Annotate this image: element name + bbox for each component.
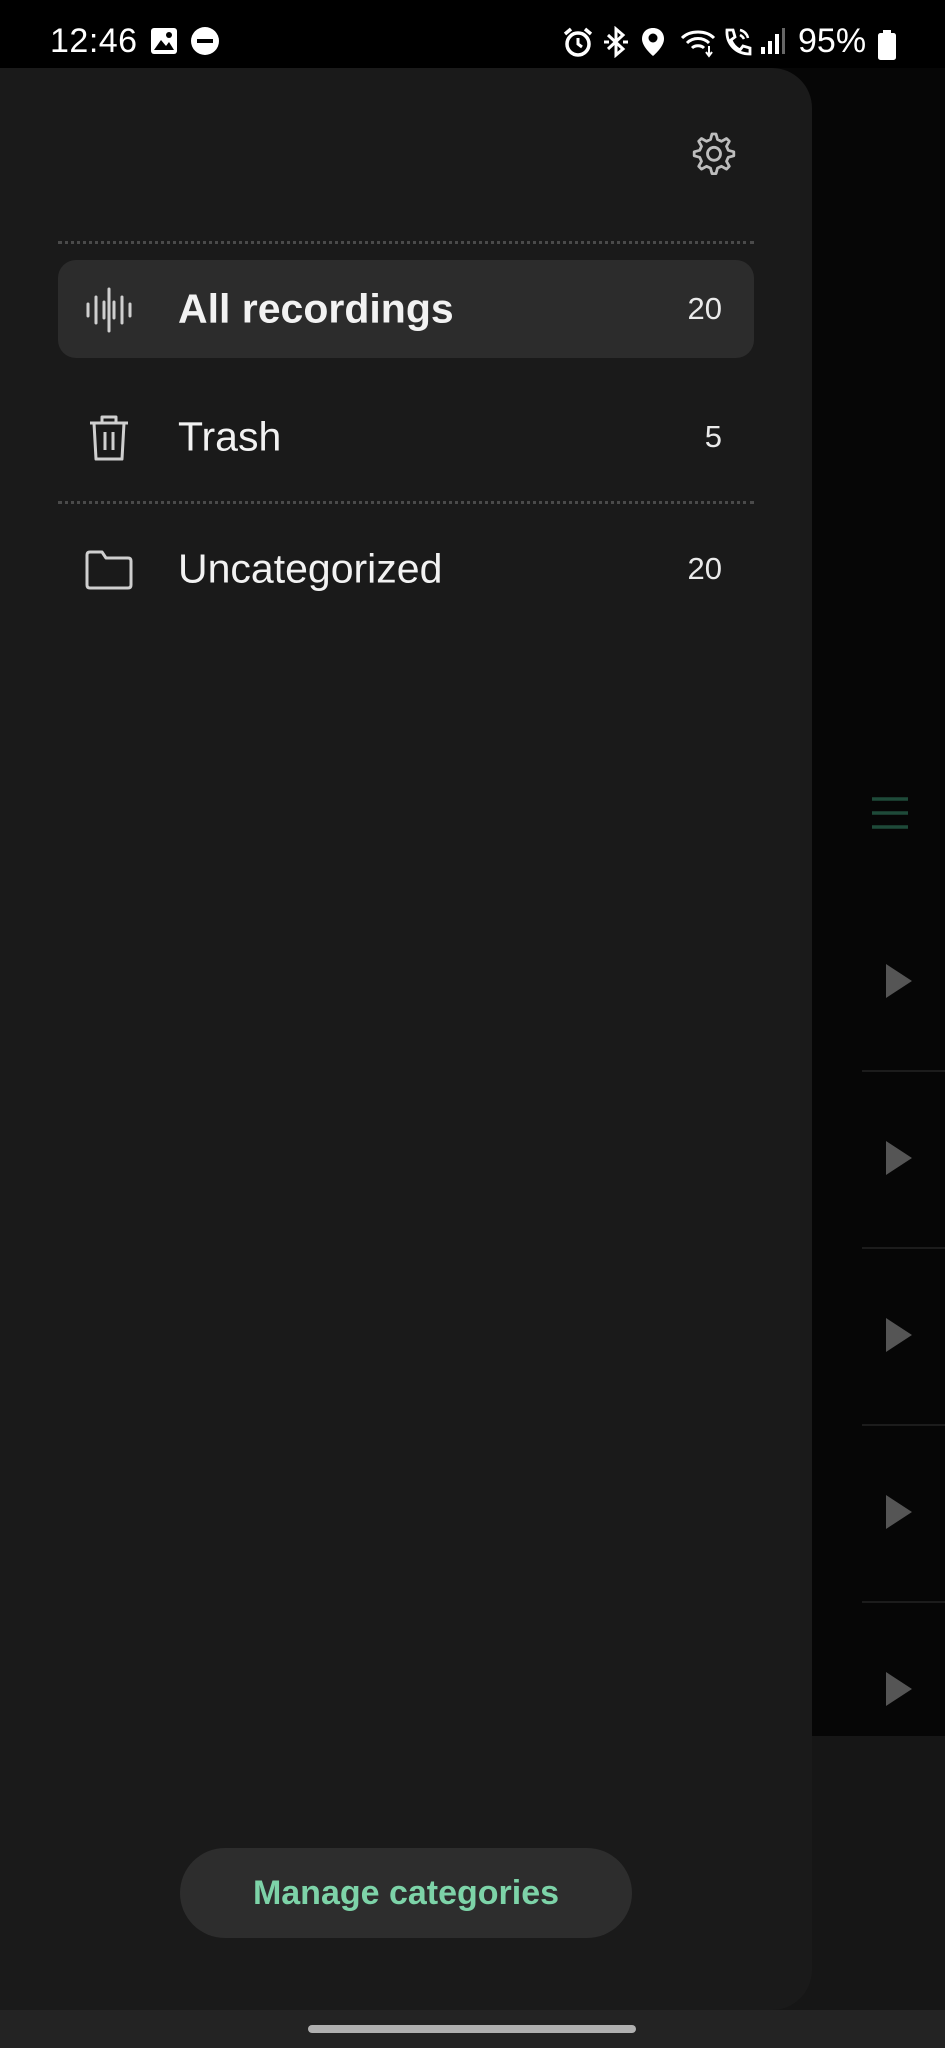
do-not-disturb-icon [190,26,220,61]
drawer-item-uncategorized[interactable]: Uncategorized 20 [58,520,754,618]
play-icon[interactable] [884,1493,914,1536]
divider [58,241,754,244]
battery-icon [878,30,896,65]
drawer-item-label: All recordings [178,285,454,332]
settings-button[interactable] [686,128,742,184]
image-icon [150,26,178,61]
play-icon[interactable] [884,962,914,1005]
manage-categories-button[interactable]: Manage categories [180,1848,632,1938]
waveform-icon [84,285,134,335]
drawer-item-label: Uncategorized [178,545,443,592]
system-navigation-bar [0,2010,945,2048]
drawer-item-count: 5 [704,419,722,454]
alarm-icon [562,26,594,63]
home-indicator[interactable] [308,2025,636,2033]
wifi-icon [678,26,718,63]
play-icon[interactable] [884,1670,914,1713]
drawer-item-label: Trash [178,413,282,460]
battery-percentage: 95% [798,22,867,60]
trash-icon [84,413,134,463]
recording-row[interactable] [862,1071,945,1249]
drawer-item-all-recordings[interactable]: All recordings 20 [58,260,754,358]
folder-icon [84,545,134,595]
list-view-icon[interactable] [870,795,910,836]
recording-row[interactable] [862,1425,945,1603]
wifi-call-icon [722,26,752,63]
drawer-item-count: 20 [687,551,722,586]
navigation-drawer: All recordings 20 Trash 5 Uncategorized … [0,68,812,2010]
gear-icon [690,130,738,183]
signal-icon [760,26,786,61]
bluetooth-icon [602,25,630,63]
play-icon[interactable] [884,1316,914,1359]
recording-row[interactable] [862,894,945,1072]
drawer-item-trash[interactable]: Trash 5 [58,388,754,486]
recording-row[interactable] [862,1248,945,1426]
drawer-item-count: 20 [687,291,722,326]
status-time: 12:46 [50,22,138,60]
location-icon [640,26,666,63]
play-icon[interactable] [884,1139,914,1182]
divider [58,501,754,504]
